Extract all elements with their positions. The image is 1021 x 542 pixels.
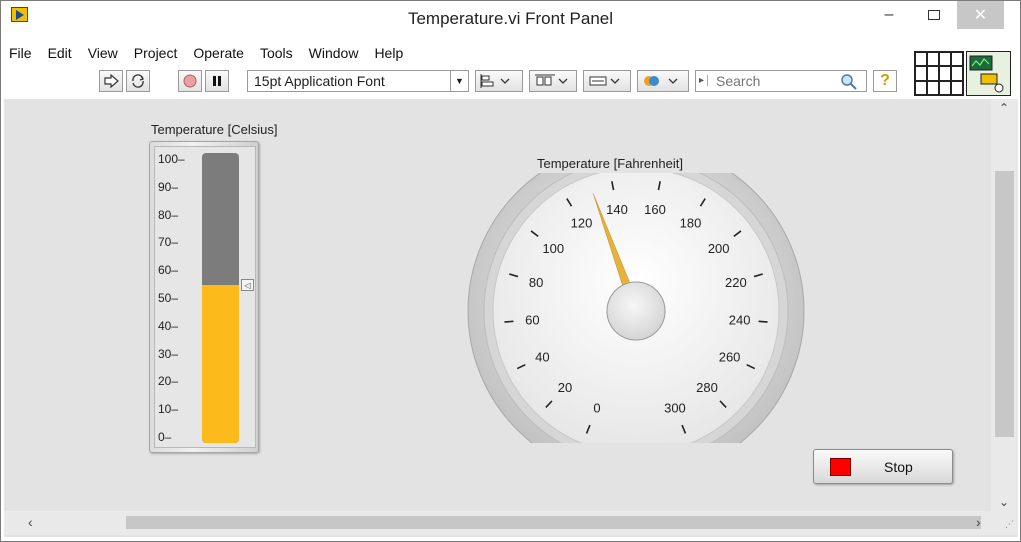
font-select-value: 15pt Application Font — [254, 73, 385, 89]
menu-view[interactable]: View — [80, 43, 126, 65]
thermometer-tick-label: 30– — [158, 346, 179, 361]
gauge-tick-label: 240 — [729, 313, 751, 328]
scroll-right-icon[interactable]: › — [976, 514, 981, 530]
gauge-major-tick — [504, 320, 514, 323]
thermometer-tick-label: 100– — [158, 152, 185, 166]
menu-file[interactable]: File — [1, 43, 40, 65]
close-button[interactable]: ✕ — [957, 1, 1004, 29]
menu-tools[interactable]: Tools — [252, 43, 301, 65]
thermometer-tick-label: 40– — [158, 318, 179, 333]
gauge-major-tick — [758, 320, 768, 323]
scroll-down-icon[interactable]: ⌄ — [999, 495, 1009, 509]
run-button[interactable] — [99, 70, 123, 92]
menu-window[interactable]: Window — [301, 43, 367, 65]
thermometer-fill — [202, 285, 239, 443]
scroll-up-icon[interactable]: ⌃ — [999, 101, 1009, 115]
fahrenheit-label: Temperature [Fahrenheit] — [537, 156, 683, 171]
thermometer-tick-label: 70– — [158, 235, 179, 250]
thermometer-tick-label: 0– — [158, 430, 172, 444]
thermometer-tick-label: 80– — [158, 207, 179, 222]
gauge-tick-label: 280 — [696, 380, 718, 395]
thermometer-tube[interactable] — [202, 153, 239, 443]
vi-icon-image — [969, 55, 1004, 93]
gauge-tick-label: 120 — [571, 215, 593, 230]
distribute-objects-button[interactable] — [529, 70, 577, 92]
menu-edit[interactable]: Edit — [40, 43, 80, 65]
thermometer-tick-label: 90– — [158, 179, 179, 194]
stop-led — [830, 458, 851, 476]
gauge-tick-label: 260 — [719, 349, 741, 364]
distribute-objects-icon — [535, 74, 568, 86]
menu-operate[interactable]: Operate — [185, 43, 252, 65]
gauge-tick-label: 180 — [680, 215, 702, 230]
toolbar: 15pt Application Font ▼ ▸ ? — [1, 67, 1020, 97]
fahrenheit-gauge[interactable]: 0 20 40 60 80 100 120 140 160 180 200 220 240 260 280 3… — [465, 173, 815, 443]
search-box: ▸ — [695, 70, 867, 92]
search-input[interactable] — [714, 72, 844, 90]
vertical-scroll-thumb[interactable] — [995, 171, 1014, 437]
font-select[interactable]: 15pt Application Font ▼ — [247, 70, 469, 92]
reorder-button[interactable] — [637, 70, 689, 92]
gauge-tick-label: 100 — [542, 241, 564, 256]
context-help-button[interactable]: ? — [873, 70, 897, 92]
abort-button[interactable] — [178, 70, 202, 92]
gauge-tick-label: 0 — [593, 400, 600, 415]
pause-icon — [213, 76, 221, 86]
window-title: Temperature.vi Front Panel — [407, 9, 614, 28]
stop-button-label: Stop — [884, 459, 913, 475]
menu-help[interactable]: Help — [366, 43, 411, 65]
pause-button[interactable] — [205, 70, 229, 92]
help-icon: ? — [880, 72, 890, 89]
labview-window: Temperature.vi Front Panel – ✕ File Edit… — [0, 0, 1021, 542]
run-continuously-button[interactable] — [126, 70, 150, 92]
celsius-label: Temperature [Celsius] — [151, 122, 278, 137]
gauge-tick-label: 220 — [725, 275, 747, 290]
abort-icon — [183, 74, 197, 88]
resize-objects-icon — [589, 76, 620, 86]
resize-objects-button[interactable] — [583, 70, 631, 92]
gauge-tick-label: 200 — [708, 241, 730, 256]
menu-bar: File Edit View Project Operate Tools Win… — [1, 43, 411, 65]
maximize-button[interactable] — [914, 1, 954, 29]
vi-icon[interactable] — [966, 51, 1011, 96]
gauge-tick-label: 40 — [535, 349, 549, 364]
gauge-tick-label: 160 — [644, 202, 666, 217]
maximize-icon — [928, 10, 940, 20]
gauge-tick-label: 80 — [529, 275, 543, 290]
vertical-scrollbar[interactable]: ⌃ ⌄ — [991, 99, 1018, 519]
thermometer-tick-label: 60– — [158, 263, 179, 278]
gauge-hub — [606, 281, 666, 341]
run-arrow-icon — [104, 74, 119, 88]
search-icon[interactable] — [840, 73, 858, 94]
reorder-icon — [644, 76, 678, 86]
gauge-tick-label: 20 — [558, 380, 572, 395]
gauge-tick-label: 300 — [664, 400, 686, 415]
scroll-left-icon[interactable]: ‹ — [28, 514, 33, 530]
menu-project[interactable]: Project — [126, 43, 186, 65]
thermometer-value-marker[interactable]: ◁ — [241, 279, 254, 292]
close-icon: ✕ — [973, 7, 988, 24]
title-bar: Temperature.vi Front Panel – ✕ — [1, 1, 1020, 43]
minimize-icon: – — [884, 6, 894, 23]
thermometer-tick-label: 50– — [158, 291, 179, 305]
horizontal-scrollbar[interactable]: ‹ › — [4, 511, 991, 535]
gauge-tick-label: 140 — [606, 202, 628, 217]
stop-button[interactable]: Stop — [813, 449, 953, 484]
search-expand-icon[interactable]: ▸ — [699, 75, 709, 86]
chevron-down-icon: ▼ — [450, 71, 468, 91]
run-continuously-icon — [132, 74, 144, 88]
thermometer-tick-label: 10– — [158, 402, 179, 417]
align-objects-button[interactable] — [475, 70, 523, 92]
minimize-button[interactable]: – — [869, 1, 909, 29]
gauge-tick-label: 60 — [525, 313, 539, 328]
thermometer-tick-label: 20– — [158, 374, 179, 389]
align-objects-icon — [480, 74, 510, 88]
resize-grip[interactable]: ⋰ — [991, 511, 1018, 535]
horizontal-scroll-thumb[interactable] — [126, 516, 981, 529]
connector-pane[interactable] — [914, 51, 964, 96]
